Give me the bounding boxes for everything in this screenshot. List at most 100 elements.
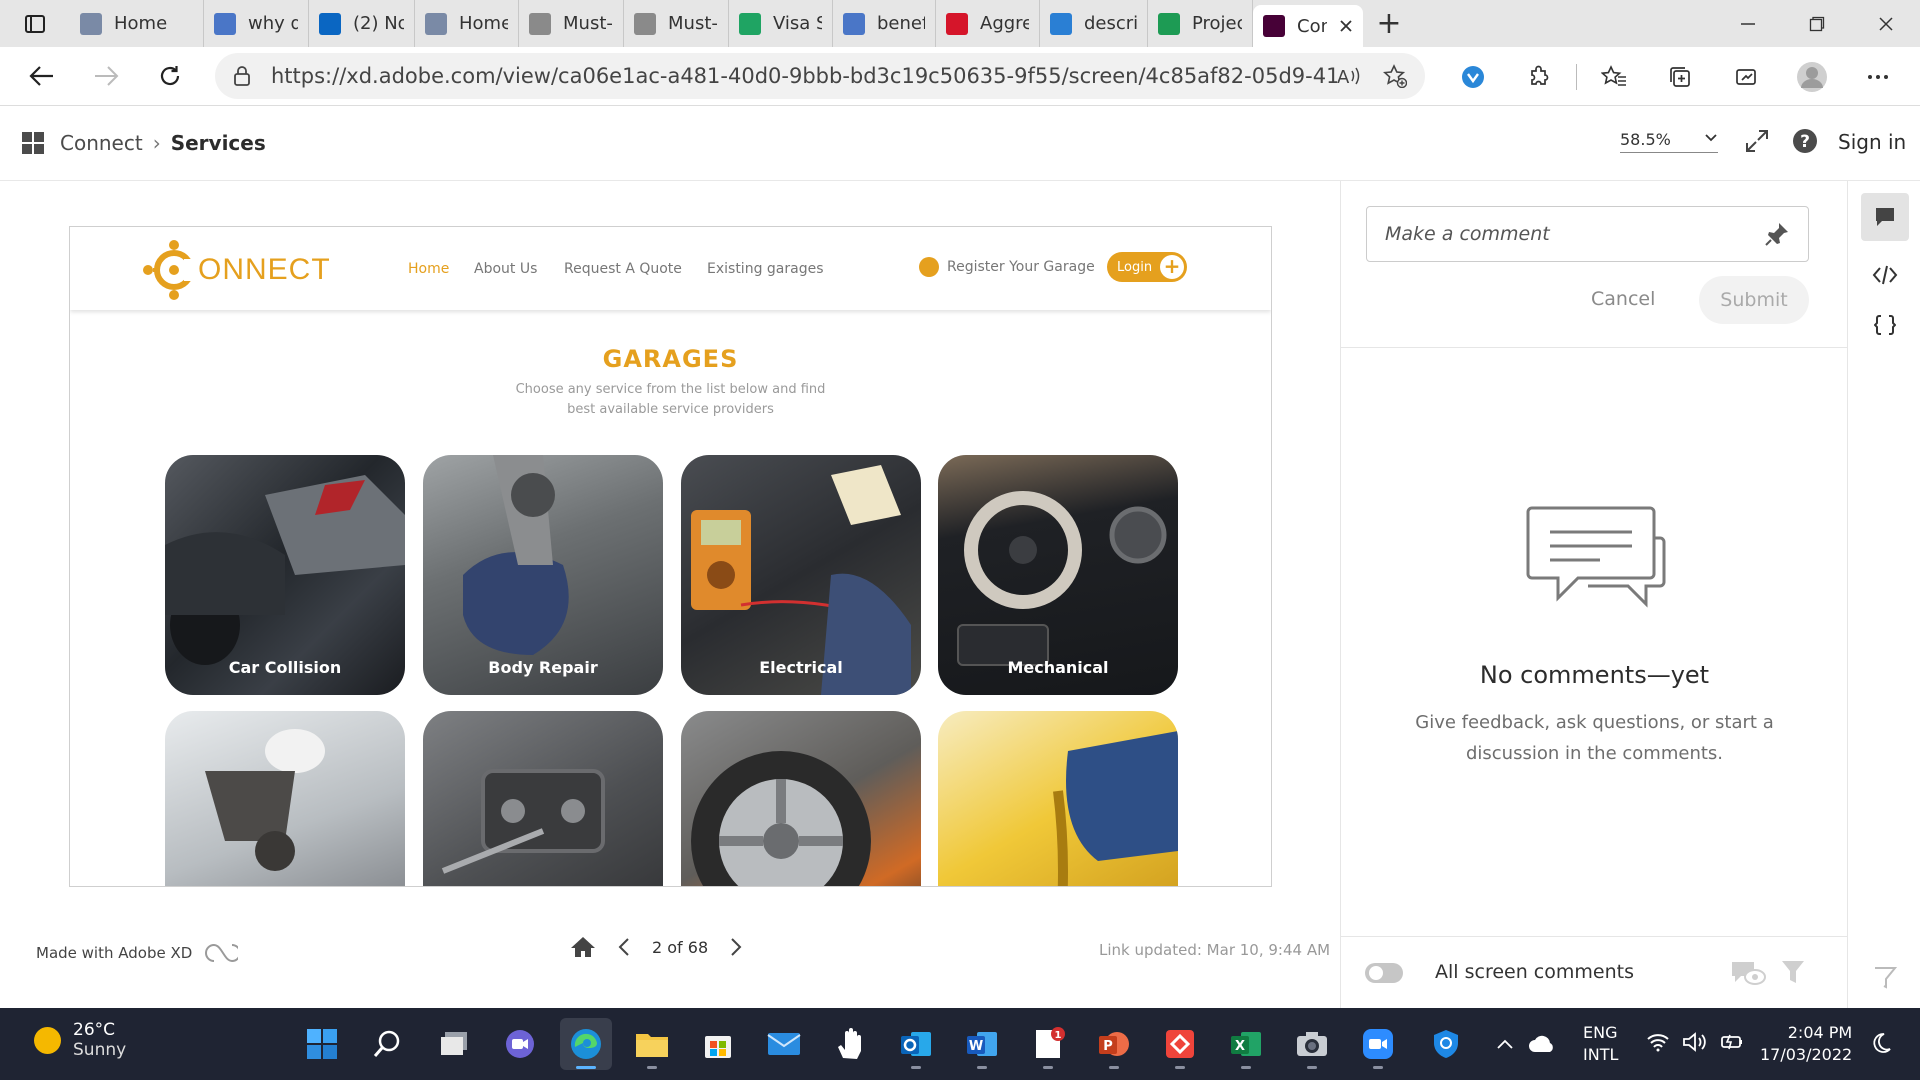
forward-icon[interactable] — [74, 47, 138, 106]
browser-tab[interactable]: benefits — [833, 0, 936, 47]
browser-tab[interactable]: Home — [70, 0, 204, 47]
card-label: Electrical — [759, 658, 843, 677]
new-tab-button[interactable]: + — [1363, 0, 1415, 47]
comment-input[interactable]: Make a comment — [1366, 206, 1809, 262]
focus-assist-icon[interactable] — [1870, 1032, 1892, 1054]
service-card-body-repair[interactable]: Body Repair — [423, 455, 663, 695]
zoom-dropdown[interactable]: 58.5% — [1620, 130, 1718, 153]
service-card-5[interactable] — [165, 711, 405, 886]
connect-logo[interactable]: ONNECT — [140, 239, 331, 301]
tab-actions-icon[interactable] — [0, 0, 70, 47]
read-aloud-icon[interactable]: A — [1337, 65, 1361, 87]
clock[interactable]: 2:04 PM 17/03/2022 — [1760, 1022, 1852, 1066]
browser-tab[interactable]: Must-see — [624, 0, 729, 47]
teams-chat-icon[interactable] — [494, 1018, 546, 1070]
made-with-adobe-xd[interactable]: Made with Adobe XD — [36, 941, 239, 965]
browser-tab[interactable]: (2) Notifi — [309, 0, 415, 47]
zoom-app-icon[interactable] — [1352, 1018, 1404, 1070]
card-label: Body Repair — [488, 658, 598, 677]
service-card-electrical[interactable]: Electrical — [681, 455, 921, 695]
help-icon[interactable]: ? — [1792, 128, 1818, 154]
site-nav-quote[interactable]: Request A Quote — [564, 261, 682, 277]
favorites-icon[interactable] — [1581, 47, 1647, 106]
powerpoint-icon[interactable]: P — [1088, 1018, 1140, 1070]
filter-icon[interactable] — [1781, 959, 1805, 985]
browser-tab[interactable]: why do y — [204, 0, 309, 47]
search-icon[interactable] — [362, 1018, 414, 1070]
zoom-value: 58.5% — [1620, 130, 1671, 149]
collections-icon[interactable] — [1647, 47, 1713, 106]
address-bar[interactable]: https://xd.adobe.com/view/ca06e1ac-a481-… — [215, 53, 1425, 99]
home-icon[interactable] — [570, 935, 596, 959]
login-button[interactable]: Login + — [1107, 252, 1187, 282]
anydesk-icon[interactable] — [1154, 1018, 1206, 1070]
register-garage-link[interactable]: Register Your Garage — [919, 257, 1095, 277]
vpn-shield-icon[interactable] — [1420, 1018, 1472, 1070]
task-view-icon[interactable] — [428, 1018, 480, 1070]
close-tab-icon[interactable] — [1339, 19, 1353, 33]
url-text[interactable]: https://xd.adobe.com/view/ca06e1ac-a481-… — [271, 64, 1337, 88]
minimize-icon[interactable] — [1713, 0, 1782, 47]
site-nav-garages[interactable]: Existing garages — [707, 261, 824, 277]
browser-tab[interactable]: descripti — [1040, 0, 1148, 47]
start-icon[interactable] — [296, 1018, 348, 1070]
profile-avatar-icon[interactable] — [1779, 47, 1845, 106]
notes-icon[interactable]: 1 — [1022, 1018, 1074, 1070]
volume-icon[interactable] — [1682, 1032, 1708, 1052]
wifi-icon[interactable] — [1646, 1032, 1670, 1052]
submit-button[interactable]: Submit — [1699, 276, 1809, 324]
browser-tab[interactable]: Must-see — [519, 0, 624, 47]
close-window-icon[interactable] — [1851, 0, 1920, 47]
browser-tab[interactable]: Project: C — [1148, 0, 1253, 47]
hand-tool-icon[interactable] — [824, 1018, 876, 1070]
service-card-mechanical[interactable]: Mechanical — [938, 455, 1178, 695]
outlook-icon[interactable] — [890, 1018, 942, 1070]
grid-view-icon[interactable] — [22, 132, 44, 154]
browser-tab[interactable]: Aggregat — [936, 0, 1040, 47]
service-card-car-collision[interactable]: Car Collision — [165, 455, 405, 695]
edge-icon[interactable] — [560, 1018, 612, 1070]
show-hidden-icons-icon[interactable] — [1490, 1039, 1520, 1049]
service-card-8[interactable] — [938, 711, 1178, 886]
add-favorite-icon[interactable] — [1383, 64, 1407, 88]
site-nav-about[interactable]: About Us — [474, 261, 537, 277]
battery-icon[interactable] — [1718, 1032, 1744, 1052]
browser-tab[interactable]: Con — [1253, 5, 1363, 47]
specs-tab-icon[interactable] — [1861, 301, 1909, 349]
previous-screen-icon[interactable] — [618, 938, 630, 956]
word-icon[interactable]: W — [956, 1018, 1008, 1070]
site-nav-home[interactable]: Home — [408, 261, 449, 277]
browser-tab[interactable]: Visa Seni — [729, 0, 833, 47]
tab-title: benefits — [877, 13, 925, 34]
service-card-7[interactable] — [681, 711, 921, 886]
mail-icon[interactable] — [758, 1018, 810, 1070]
code-tab-icon[interactable] — [1861, 251, 1909, 299]
fullscreen-icon[interactable] — [1744, 128, 1770, 154]
cancel-button[interactable]: Cancel — [1591, 288, 1655, 310]
back-icon[interactable] — [10, 47, 74, 106]
restore-icon[interactable] — [1782, 0, 1851, 47]
sign-in-link[interactable]: Sign in — [1838, 130, 1906, 154]
all-screen-comments-toggle[interactable] — [1365, 963, 1403, 983]
store-icon[interactable] — [692, 1018, 744, 1070]
share-icon[interactable] — [1713, 47, 1779, 106]
weather-widget[interactable]: 26°C Sunny — [34, 1020, 126, 1060]
hide-comments-icon[interactable] — [1729, 959, 1767, 987]
pin-icon[interactable] — [1764, 221, 1790, 247]
onedrive-icon[interactable] — [1520, 1035, 1564, 1053]
collapse-icon[interactable] — [1861, 953, 1909, 1001]
excel-icon[interactable]: X — [1220, 1018, 1272, 1070]
refresh-icon[interactable] — [138, 47, 202, 106]
breadcrumb-project[interactable]: Connect — [60, 131, 143, 155]
next-screen-icon[interactable] — [730, 938, 742, 956]
extension-shield-icon[interactable] — [1440, 47, 1506, 106]
comments-tab-icon[interactable] — [1861, 193, 1909, 241]
camera-icon[interactable] — [1286, 1018, 1338, 1070]
input-language[interactable]: ENG INTL — [1583, 1022, 1618, 1066]
more-menu-icon[interactable] — [1845, 47, 1911, 106]
service-card-6[interactable] — [423, 711, 663, 886]
extensions-icon[interactable] — [1506, 47, 1572, 106]
browser-tab[interactable]: Home — [415, 0, 519, 47]
file-explorer-icon[interactable] — [626, 1018, 678, 1070]
lock-icon[interactable] — [233, 65, 251, 87]
